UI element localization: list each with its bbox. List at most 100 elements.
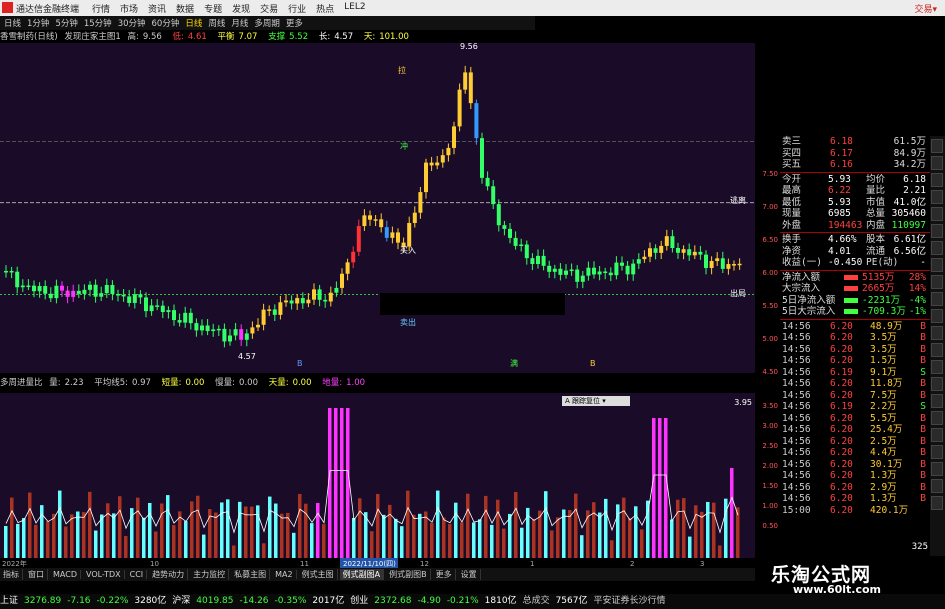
period-option[interactable]: 60分钟 [152, 17, 180, 29]
stat-value: -0.450 [828, 257, 863, 268]
period-option[interactable]: 5分钟 [55, 17, 77, 29]
indicator-tab[interactable]: CCI [127, 570, 148, 579]
menu-item[interactable]: 资讯 [148, 2, 166, 15]
indicator-tab[interactable]: 例式副图B [386, 569, 431, 580]
side-tool-icon[interactable] [931, 445, 943, 459]
side-tool-icon[interactable] [931, 190, 943, 204]
volume-bar [100, 514, 104, 558]
menu-item[interactable]: 数据 [176, 2, 194, 15]
period-option[interactable]: 1分钟 [27, 17, 49, 29]
side-tool-icon[interactable] [931, 139, 943, 153]
indicator-tab[interactable]: MACD [50, 570, 81, 579]
indicator-tab[interactable]: 指标 [0, 569, 23, 580]
indicator-tab[interactable]: 更多 [433, 569, 456, 580]
menu-item[interactable]: 行业 [288, 2, 306, 15]
indicator-tab[interactable]: VOL-TDX [83, 570, 125, 579]
tick-volume: 3.5万 [870, 332, 897, 343]
candlestick [737, 263, 742, 266]
order-label: 买四 [782, 147, 802, 159]
indicator-tab[interactable]: 主力监控 [190, 569, 230, 580]
tick-row: 14:56 6.20 3.5万 B [780, 344, 930, 356]
candlestick [625, 265, 630, 275]
date-cursor-label: 2022/11/10(四) [343, 560, 396, 568]
side-tool-icon[interactable] [931, 292, 943, 306]
vol-indicator-name[interactable]: 多周进量比 [0, 378, 43, 388]
menu-item[interactable]: 行情 [92, 2, 110, 15]
stat-label: 净资 [782, 245, 802, 257]
menu-item[interactable]: 交易 [260, 2, 278, 15]
period-option[interactable]: 日线 [185, 17, 202, 29]
candlestick [491, 186, 496, 205]
candlestick [356, 226, 361, 252]
side-tool-icon[interactable] [931, 241, 943, 255]
side-tool-icon[interactable] [931, 275, 943, 289]
side-tool-icon[interactable] [931, 428, 943, 442]
side-tool-icon[interactable] [931, 394, 943, 408]
indicator-tab[interactable]: 私募主图 [231, 569, 271, 580]
fund-flow-row: 5日净流入额 -2231万 -4% [780, 295, 930, 307]
tick-flag: B [920, 389, 926, 401]
period-option[interactable]: 更多 [286, 17, 303, 29]
menu-item[interactable]: 发现 [232, 2, 250, 15]
candlestick [172, 310, 176, 321]
period-option[interactable]: 周线 [208, 17, 225, 29]
side-tool-icon[interactable] [931, 377, 943, 391]
period-option[interactable]: 日线 [4, 17, 21, 29]
indicator-tab[interactable]: 设置 [458, 569, 481, 580]
side-tool-icon[interactable] [931, 207, 943, 221]
side-tool-icon[interactable] [931, 173, 943, 187]
side-tool-icon[interactable] [931, 360, 943, 374]
tick-row: 14:56 6.20 3.5万 B [780, 332, 930, 344]
period-option[interactable]: 多周期 [254, 17, 280, 29]
side-tool-icon[interactable] [931, 258, 943, 272]
side-tool-icon[interactable] [931, 411, 943, 425]
volume-bar [298, 493, 302, 558]
reset-tracking-button[interactable]: A 跟踪复位 ▾ [562, 396, 630, 406]
period-option[interactable]: 15分钟 [84, 17, 112, 29]
stock-name[interactable]: 香雪制药(日线) [0, 32, 58, 42]
fund-flow-row: 净流入额 5135万 28% [780, 272, 930, 284]
indicator-name[interactable]: 发现庄家主图1 [64, 32, 120, 42]
menu-item[interactable]: 专题 [204, 2, 222, 15]
candlestick [597, 271, 602, 275]
menu-item[interactable]: 市场 [120, 2, 138, 15]
candlestick [144, 297, 148, 312]
indicator-tab[interactable]: 例式副图A [339, 569, 385, 580]
side-tool-icon[interactable] [931, 309, 943, 323]
side-tool-icon[interactable] [931, 326, 943, 340]
volume-bar [226, 499, 230, 558]
side-tool-icon[interactable] [931, 462, 943, 476]
menu-item[interactable]: 热点 [316, 2, 334, 15]
escape-label: 逃离 [730, 195, 746, 205]
tick-volume: 25.4万 [870, 424, 903, 435]
candlestick-chart[interactable]: 9.56 4.57 买入卖出 拉冲逃离出局 B 满 B [0, 43, 755, 373]
volume-bar [280, 513, 284, 558]
candlestick [547, 265, 552, 272]
stat-label: 内盘 [866, 219, 886, 231]
volume-bar [628, 518, 632, 558]
indicator-tab[interactable]: 窗口 [25, 569, 48, 580]
ratio-label: 量: [49, 378, 61, 388]
stat-label: 换手 [782, 234, 802, 245]
side-tool-icon[interactable] [931, 343, 943, 357]
menu-item[interactable]: LEL2 [344, 2, 365, 15]
order-label: 卖三 [782, 136, 802, 147]
fund-flow-row: 大宗流入 2665万 14% [780, 283, 930, 295]
index-name[interactable]: 沪深 [172, 596, 190, 606]
indicator-tab[interactable]: 例式主图 [299, 569, 338, 580]
index-name[interactable]: 创业 [350, 596, 368, 606]
trade-menu[interactable]: 交易▾ [914, 2, 937, 15]
side-tool-icon[interactable] [931, 496, 943, 510]
side-tool-icon[interactable] [931, 479, 943, 493]
indicator-tab[interactable]: MA2 [272, 570, 297, 579]
side-tool-icon[interactable] [931, 156, 943, 170]
period-option[interactable]: 30分钟 [118, 17, 146, 29]
side-tool-icon[interactable] [931, 224, 943, 238]
candlestick [155, 305, 160, 307]
tick-price: 6.20 [830, 504, 853, 516]
period-option[interactable]: 月线 [231, 17, 248, 29]
index-name[interactable]: 上证 [0, 596, 18, 606]
volume-chart[interactable]: 3.95 [0, 393, 755, 558]
volume-axis-label: 3.50 [762, 402, 778, 410]
indicator-tab[interactable]: 趋势动力 [149, 569, 189, 580]
